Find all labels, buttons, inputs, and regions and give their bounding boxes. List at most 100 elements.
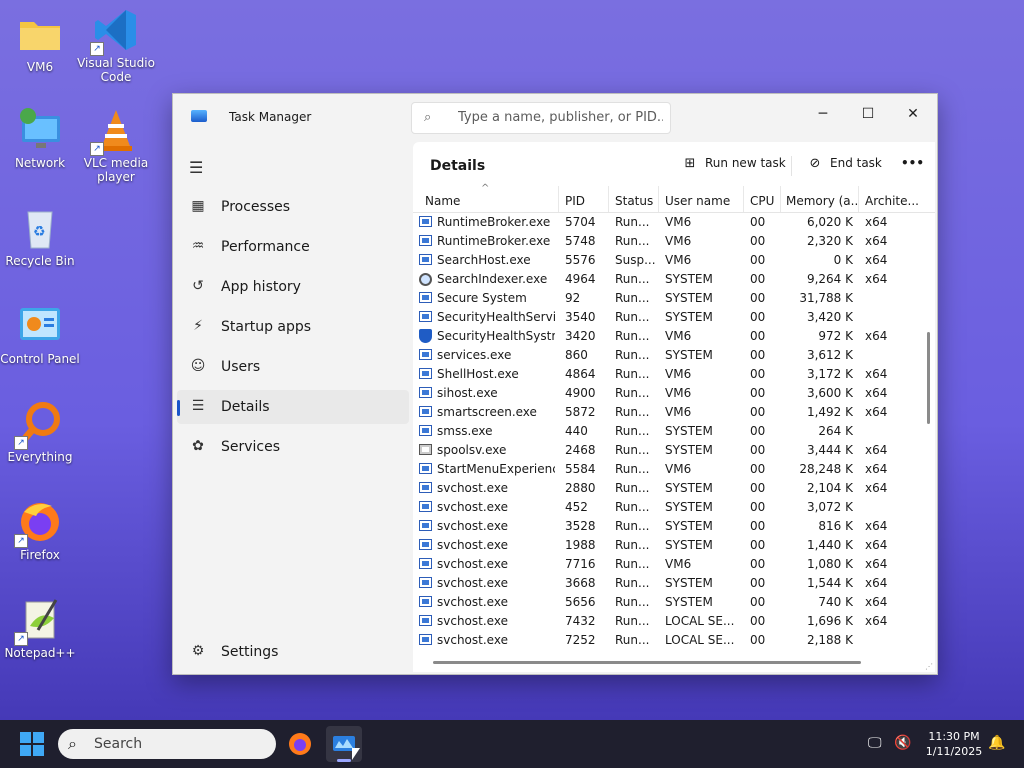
desktop-icon-everything[interactable]: ↗ Everything xyxy=(0,400,80,464)
column-header-pid[interactable]: PID xyxy=(565,194,603,208)
table-row[interactable]: smss.exe 440 Run... SYSTEM 00 264 K xyxy=(413,422,921,441)
column-divider[interactable] xyxy=(858,186,859,212)
cell-arch: x64 xyxy=(865,538,888,552)
column-divider[interactable] xyxy=(608,186,609,212)
sidebar-item-app-history[interactable]: ↺ App history xyxy=(177,270,409,304)
desktop-icon-vm6[interactable]: VM6 xyxy=(0,10,80,74)
cell-arch: x64 xyxy=(865,253,888,267)
cell-cpu: 00 xyxy=(750,424,766,438)
desktop-icon-network[interactable]: Network xyxy=(0,106,80,170)
cell-user: SYSTEM xyxy=(665,538,713,552)
table-row[interactable]: svchost.exe 2880 Run... SYSTEM 00 2,104 K x64 xyxy=(413,479,921,498)
desktop-icon-label: Visual Studio Code xyxy=(77,56,155,84)
column-header-architecture[interactable]: Archite... xyxy=(865,194,921,208)
table-row[interactable]: svchost.exe 1988 Run... SYSTEM 00 1,440 K x64 xyxy=(413,536,921,555)
table-row[interactable]: svchost.exe 5656 Run... SYSTEM 00 740 K x64 xyxy=(413,593,921,612)
sort-ascending-icon: ^ xyxy=(481,183,490,194)
start-button[interactable] xyxy=(20,732,44,756)
table-row[interactable]: RuntimeBroker.exe 5748 Run... VM6 00 2,320 K x… xyxy=(413,232,921,251)
volume-muted-icon[interactable]: 🔇 xyxy=(894,735,911,751)
column-header-memory[interactable]: Memory (a... xyxy=(786,194,858,208)
table-row[interactable]: Secure System 92 Run... SYSTEM 00 31,788 K xyxy=(413,289,921,308)
desktop-icon-vlc[interactable]: ↗ VLC media player xyxy=(76,106,156,184)
process-icon xyxy=(419,254,432,265)
table-row[interactable]: svchost.exe 7252 Run... LOCAL SE... 00 2,188 … xyxy=(413,631,921,650)
more-options-button[interactable]: ••• xyxy=(901,156,924,176)
table-row[interactable]: ShellHost.exe 4864 Run... VM6 00 3,172 K x64 xyxy=(413,365,921,384)
sidebar-item-startup-apps[interactable]: ⚡ Startup apps xyxy=(177,310,409,344)
table-row[interactable]: sihost.exe 4900 Run... VM6 00 3,600 K x64 xyxy=(413,384,921,403)
table-row[interactable]: svchost.exe 7432 Run... LOCAL SE... 00 1,696 … xyxy=(413,612,921,631)
sidebar-item-label: Processes xyxy=(221,199,291,215)
sidebar-item-processes[interactable]: ▦ Processes xyxy=(177,190,409,224)
close-button[interactable]: ✕ xyxy=(893,100,933,128)
column-divider[interactable] xyxy=(558,186,559,212)
desktop-icon-vscode[interactable]: ↗ Visual Studio Code xyxy=(76,6,156,84)
sidebar-item-settings[interactable]: ⚙ Settings xyxy=(177,635,409,669)
resize-grip-icon[interactable]: ⋰ xyxy=(925,662,933,671)
desktop-icon-control-panel[interactable]: Control Panel xyxy=(0,302,80,366)
taskbar-search[interactable]: ⌕ Search xyxy=(58,729,276,759)
sidebar-item-details[interactable]: ☰ Details xyxy=(177,390,409,424)
cell-status: Run... xyxy=(615,386,650,400)
cell-arch: x64 xyxy=(865,481,888,495)
table-row[interactable]: spoolsv.exe 2468 Run... SYSTEM 00 3,444 K x64 xyxy=(413,441,921,460)
minimize-button[interactable]: ─ xyxy=(803,100,843,128)
printer-icon xyxy=(419,444,432,455)
column-header-name[interactable]: Name xyxy=(425,194,555,208)
sidebar-item-performance[interactable]: ♒ Performance xyxy=(177,230,409,264)
table-row[interactable]: SecurityHealthSystra... 3420 Run... VM6 00 97… xyxy=(413,327,921,346)
column-header-user-name[interactable]: User name xyxy=(665,194,740,208)
notification-bell-icon[interactable]: 🔔 xyxy=(988,735,1005,751)
cell-user: SYSTEM xyxy=(665,443,713,457)
processes-icon: ▦ xyxy=(191,198,205,214)
sidebar-item-services[interactable]: ✿ Services xyxy=(177,430,409,464)
taskbar-firefox[interactable] xyxy=(282,726,318,762)
table-row[interactable]: RuntimeBroker.exe 5704 Run... VM6 00 6,020 K x… xyxy=(413,213,921,232)
table-row[interactable]: SearchIndexer.exe 4964 Run... SYSTEM 00 9,264… xyxy=(413,270,921,289)
cell-name: SecurityHealthServic... xyxy=(437,310,555,324)
horizontal-scrollbar[interactable] xyxy=(433,661,861,664)
vertical-scrollbar[interactable] xyxy=(927,332,930,424)
cell-status: Run... xyxy=(615,595,650,609)
system-clock[interactable]: 11:30 PM 1/11/2025 xyxy=(918,729,990,759)
table-row[interactable]: SecurityHealthServic... 3540 Run... SYSTEM 0… xyxy=(413,308,921,327)
windows-logo-icon xyxy=(33,745,44,756)
column-header-cpu[interactable]: CPU xyxy=(750,194,784,208)
column-divider[interactable] xyxy=(658,186,659,212)
maximize-button[interactable]: ☐ xyxy=(848,100,888,128)
sidebar-item-users[interactable]: ☺ Users xyxy=(177,350,409,384)
hamburger-menu-icon[interactable]: ☰ xyxy=(189,158,203,177)
process-icon xyxy=(419,634,432,645)
search-input[interactable] xyxy=(456,109,665,126)
search-box[interactable]: ⌕ xyxy=(411,102,671,134)
end-task-button[interactable]: ⊘ End task xyxy=(806,156,882,176)
performance-icon: ♒ xyxy=(191,238,205,254)
table-row[interactable]: svchost.exe 452 Run... SYSTEM 00 3,072 K xyxy=(413,498,921,517)
table-row[interactable]: SearchHost.exe 5576 Susp... VM6 00 0 K x64 xyxy=(413,251,921,270)
windows-logo-icon xyxy=(20,732,31,743)
cell-mem: 3,612 K xyxy=(806,348,853,362)
title-bar[interactable]: Task Manager ⌕ ─ ☐ ✕ xyxy=(173,94,937,140)
column-divider[interactable] xyxy=(743,186,744,212)
cell-status: Run... xyxy=(615,405,650,419)
process-icon xyxy=(419,292,432,303)
cell-arch: x64 xyxy=(865,215,888,229)
desktop-icon-notepadpp[interactable]: ↗ Notepad++ xyxy=(0,596,80,660)
table-row[interactable]: svchost.exe 7716 Run... VM6 00 1,080 K x64 xyxy=(413,555,921,574)
table-row[interactable]: services.exe 860 Run... SYSTEM 00 3,612 K xyxy=(413,346,921,365)
table-row[interactable]: svchost.exe 3668 Run... SYSTEM 00 1,544 K x64 xyxy=(413,574,921,593)
cell-status: Run... xyxy=(615,443,650,457)
cell-name: RuntimeBroker.exe xyxy=(437,215,551,229)
desktop-icon-firefox[interactable]: ↗ Firefox xyxy=(0,498,80,562)
run-new-task-button[interactable]: ⊞ Run new task xyxy=(681,156,786,176)
network-status-icon[interactable]: 🖵 xyxy=(868,735,882,751)
column-divider[interactable] xyxy=(780,186,781,212)
column-header-status[interactable]: Status xyxy=(615,194,655,208)
desktop-icon-recycle-bin[interactable]: ♻ Recycle Bin xyxy=(0,204,80,268)
cell-mem: 3,420 K xyxy=(806,310,853,324)
table-row[interactable]: smartscreen.exe 5872 Run... VM6 00 1,492 K x64 xyxy=(413,403,921,422)
table-row[interactable]: StartMenuExperienc... 5584 Run... VM6 00 28,2… xyxy=(413,460,921,479)
cell-status: Run... xyxy=(615,291,650,305)
table-row[interactable]: svchost.exe 3528 Run... SYSTEM 00 816 K x64 xyxy=(413,517,921,536)
